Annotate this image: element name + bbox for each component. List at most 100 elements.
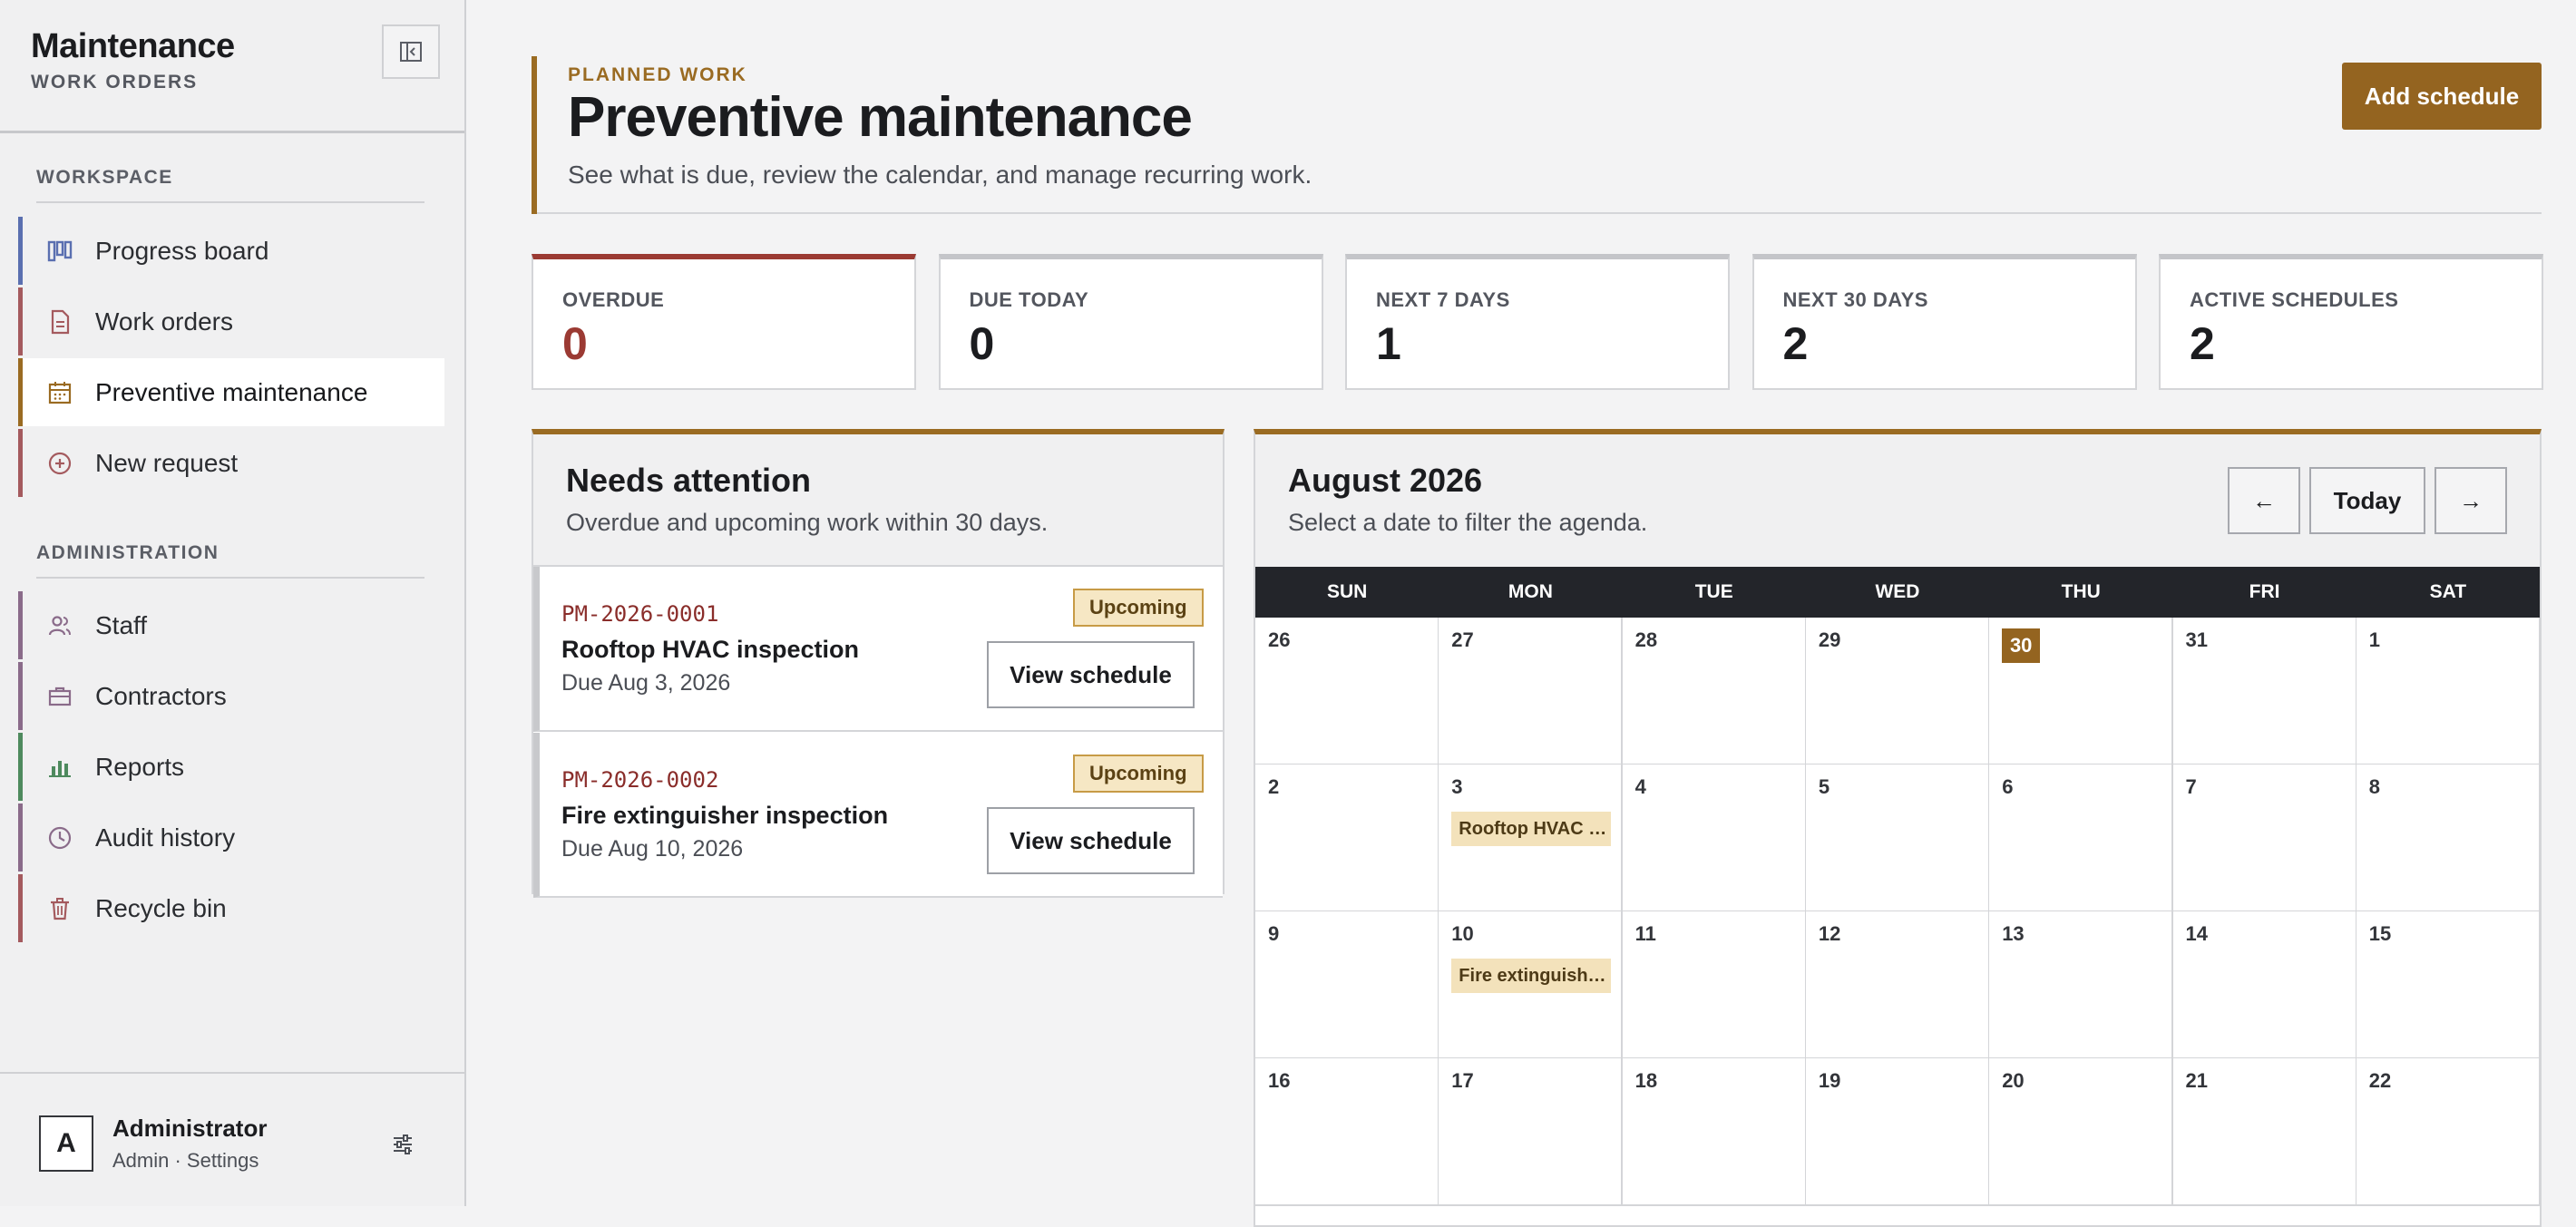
- calendar-day-cell[interactable]: 15: [2356, 911, 2541, 1059]
- page-title: Preventive maintenance: [568, 86, 1193, 149]
- sidebar-item-label: Audit history: [95, 823, 236, 852]
- calendar-day-number: 11: [1634, 922, 1656, 945]
- calendar-day-cell[interactable]: 20: [1989, 1058, 2174, 1206]
- calendar-day-number: 1: [2368, 628, 2381, 651]
- needs-attention-title: Needs attention: [566, 462, 812, 499]
- sidebar-footer-divider: [0, 1072, 464, 1074]
- trash-icon: [44, 893, 75, 924]
- stat-card-overdue[interactable]: OVERDUE 0: [532, 254, 916, 390]
- calendar-day-cell[interactable]: 28: [1622, 618, 1807, 765]
- briefcase-icon: [44, 681, 75, 712]
- add-schedule-button[interactable]: Add schedule: [2342, 63, 2542, 130]
- calendar-day-number: 10: [1451, 922, 1474, 945]
- schedule-name: Rooftop HVAC inspection: [561, 636, 859, 663]
- needs-attention-header: Needs attention Overdue and upcoming wor…: [533, 434, 1223, 567]
- calendar-day-number: 16: [1268, 1069, 1291, 1092]
- calendar-day-number: 29: [1818, 628, 1841, 651]
- calendar-day-cell[interactable]: 21: [2172, 1058, 2357, 1206]
- calendar-day-cell[interactable]: 4: [1622, 764, 1807, 912]
- calendar-day-cell[interactable]: 14: [2172, 911, 2357, 1059]
- sidebar-item-contractors[interactable]: Contractors: [18, 662, 444, 730]
- calendar-day-cell[interactable]: 6: [1989, 764, 2174, 912]
- calendar-day-cell[interactable]: 19: [1805, 1058, 1990, 1206]
- calendar-event-chip[interactable]: Rooftop HVAC inspection: [1451, 812, 1612, 846]
- calendar-day-cell[interactable]: 29: [1805, 618, 1990, 765]
- page-header: PLANNED WORK Preventive maintenance See …: [532, 56, 2542, 214]
- sidebar-item-label: Work orders: [95, 307, 233, 336]
- needs-attention-subtitle: Overdue and upcoming work within 30 days…: [566, 509, 1049, 536]
- collapse-sidebar-button[interactable]: [382, 24, 440, 79]
- calendar-day-number: 15: [2368, 922, 2392, 945]
- sidebar-item-new-request[interactable]: New request: [18, 429, 444, 497]
- sidebar-item-recycle-bin[interactable]: Recycle bin: [18, 874, 444, 942]
- stat-label: NEXT 30 DAYS: [1782, 288, 1928, 311]
- view-schedule-button[interactable]: View schedule: [987, 641, 1195, 708]
- stat-value: 2: [1782, 318, 1809, 369]
- calendar-day-number: 5: [1818, 775, 1830, 798]
- weekday-label: TUE: [1694, 581, 1733, 602]
- stat-value: 2: [2190, 318, 2215, 369]
- stat-label: NEXT 7 DAYS: [1376, 288, 1510, 311]
- plus-circle-icon: [44, 448, 75, 479]
- calendar-day-cell[interactable]: 5: [1805, 764, 1990, 912]
- stat-card-next-30-days[interactable]: NEXT 30 DAYS 2: [1751, 254, 2137, 390]
- sidebar-item-label: Contractors: [95, 681, 227, 710]
- avatar[interactable]: A: [39, 1115, 93, 1172]
- calendar-day-cell[interactable]: 17: [1439, 1058, 1624, 1206]
- weekday-label: SAT: [2429, 581, 2467, 602]
- calendar-day-cell[interactable]: 22: [2356, 1058, 2541, 1206]
- app-title: Maintenance: [31, 27, 235, 65]
- calendar-day-cell[interactable]: 1: [2356, 618, 2541, 765]
- calendar-day-cell[interactable]: 3 Rooftop HVAC inspection: [1439, 764, 1624, 912]
- previous-month-button[interactable]: ←: [2228, 467, 2300, 534]
- calendar-day-cell[interactable]: 26: [1255, 618, 1439, 765]
- next-month-button[interactable]: →: [2435, 467, 2507, 534]
- sidebar-item-label: Recycle bin: [95, 893, 227, 922]
- calendar-day-number: 2: [1268, 775, 1280, 798]
- calendar-day-number: 13: [2002, 922, 2025, 945]
- weekday-label: FRI: [2249, 581, 2280, 602]
- attention-list-item[interactable]: PM-2026-0001 Rooftop HVAC inspection Due A…: [533, 567, 1223, 732]
- sidebar-item-preventive-maintenance[interactable]: Preventive maintenance: [18, 358, 444, 426]
- calendar-day-cell[interactable]: 9: [1255, 911, 1439, 1059]
- weekday-label: SUN: [1326, 581, 1368, 602]
- header-accent-bar: [532, 56, 537, 214]
- calendar-day-cell[interactable]: 30: [1989, 618, 2174, 765]
- calendar-day-cell[interactable]: 18: [1622, 1058, 1807, 1206]
- schedule-due-date: Due Aug 3, 2026: [561, 670, 731, 696]
- calendar-day-cell[interactable]: 12: [1805, 911, 1990, 1059]
- calendar-day-number: 9: [1268, 922, 1280, 945]
- calendar-day-cell[interactable]: 27: [1439, 618, 1624, 765]
- calendar-day-number: 6: [2002, 775, 2014, 798]
- calendar-icon: [44, 377, 75, 408]
- sidebar-item-label: Staff: [95, 610, 148, 639]
- weekday-label: THU: [2061, 581, 2101, 602]
- calendar-day-cell[interactable]: 16: [1255, 1058, 1439, 1206]
- needs-attention-panel: Needs attention Overdue and upcoming wor…: [532, 429, 1225, 898]
- calendar-day-cell[interactable]: 8: [2356, 764, 2541, 912]
- stat-card-next-7-days[interactable]: NEXT 7 DAYS 1: [1345, 254, 1730, 390]
- calendar-day-cell[interactable]: 2: [1255, 764, 1439, 912]
- stat-card-active-schedules[interactable]: ACTIVE SCHEDULES 2: [2159, 254, 2543, 390]
- stat-card-due-today[interactable]: DUE TODAY 0: [938, 254, 1323, 390]
- sidebar-item-staff[interactable]: Staff: [18, 591, 444, 659]
- calendar-day-number: 17: [1451, 1069, 1474, 1092]
- calendar-day-cell[interactable]: 31: [2172, 618, 2357, 765]
- calendar-panel: August 2026 Select a date to filter the …: [1254, 429, 2542, 1227]
- sidebar-item-reports[interactable]: Reports: [18, 733, 444, 801]
- calendar-day-cell[interactable]: 10 Fire extinguisher inspection: [1439, 911, 1624, 1059]
- calendar-day-number: 14: [2185, 922, 2208, 945]
- schedule-id: PM-2026-0001: [561, 601, 719, 627]
- sidebar-item-progress-board[interactable]: Progress board: [18, 217, 444, 285]
- calendar-day-cell[interactable]: 11: [1622, 911, 1807, 1059]
- view-schedule-button[interactable]: View schedule: [987, 807, 1195, 874]
- arrow-right-icon: →: [2459, 486, 2483, 514]
- calendar-day-cell[interactable]: 7: [2172, 764, 2357, 912]
- calendar-event-chip[interactable]: Fire extinguisher inspection: [1451, 959, 1612, 993]
- sidebar-item-audit-history[interactable]: Audit history: [18, 803, 444, 872]
- calendar-day-cell[interactable]: 13: [1989, 911, 2174, 1059]
- attention-list-item[interactable]: PM-2026-0002 Fire extinguisher inspection…: [533, 733, 1223, 898]
- settings-sliders-icon[interactable]: [388, 1130, 417, 1159]
- sidebar-item-work-orders[interactable]: Work orders: [18, 287, 444, 355]
- today-button[interactable]: Today: [2309, 467, 2425, 534]
